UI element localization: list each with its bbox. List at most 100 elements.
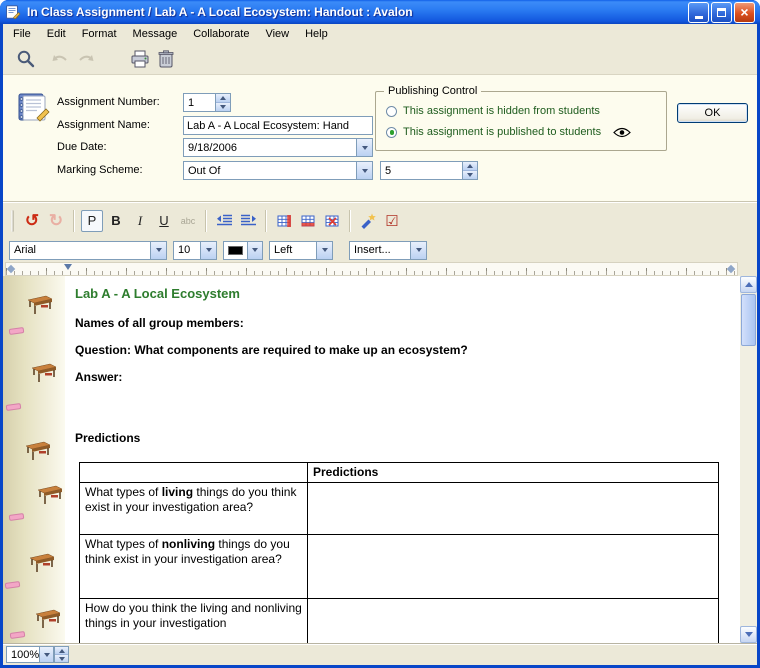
- down-arrow-icon: [745, 632, 753, 637]
- zoom-down-button[interactable]: [55, 655, 68, 662]
- font-size-dropdown-button[interactable]: [200, 242, 216, 259]
- zoom-spinner[interactable]: [54, 646, 69, 663]
- document-line-names: Names of all group members:: [75, 316, 244, 330]
- back-arrow-icon: [52, 52, 68, 66]
- question-text: What types of: [85, 485, 162, 499]
- scroll-down-button[interactable]: [740, 626, 757, 643]
- menu-format[interactable]: Format: [74, 25, 125, 43]
- close-button[interactable]: ×: [734, 2, 755, 23]
- prediction-answer-cell[interactable]: [308, 535, 719, 599]
- spell-check-icon: abc: [181, 216, 196, 226]
- document-line-question: Question: What components are required t…: [75, 343, 468, 357]
- assignment-number-up-button[interactable]: [216, 94, 230, 103]
- down-arrow-icon: [59, 657, 65, 661]
- insert-column-icon: [277, 214, 292, 228]
- marking-scheme-dropdown-button[interactable]: [356, 162, 372, 179]
- ruler-indent-marker[interactable]: [64, 264, 72, 270]
- document-line-answer: Answer:: [75, 370, 122, 384]
- italic-button[interactable]: I: [129, 210, 151, 232]
- publishing-hidden-option[interactable]: This assignment is hidden from students: [386, 105, 600, 117]
- font-color-swatch: [228, 246, 243, 255]
- marking-points-spinner[interactable]: 5: [380, 161, 478, 180]
- table-delete-button[interactable]: [321, 210, 343, 232]
- menu-message[interactable]: Message: [125, 25, 186, 43]
- assignment-number-spinner[interactable]: 1: [183, 93, 231, 112]
- assignment-name-input[interactable]: [183, 116, 373, 135]
- publishing-control-group: Publishing Control This assignment is hi…: [375, 91, 667, 151]
- marking-points-up-button[interactable]: [463, 162, 477, 171]
- undo-button[interactable]: ↺: [21, 210, 43, 232]
- marking-scheme-dropdown[interactable]: Out Of: [183, 161, 373, 180]
- preview-eye-icon[interactable]: [613, 127, 631, 138]
- eraser-clipart-icon: [5, 581, 21, 589]
- font-family-dropdown[interactable]: Arial: [9, 241, 167, 260]
- font-family-dropdown-button[interactable]: [150, 242, 166, 259]
- underline-button[interactable]: U: [153, 210, 175, 232]
- menu-edit[interactable]: Edit: [39, 25, 74, 43]
- eraser-clipart-icon: [10, 631, 26, 639]
- zoom-dropdown-button[interactable]: [39, 647, 53, 662]
- due-date-dropdown-button[interactable]: [356, 139, 372, 156]
- prediction-question-cell: How do you think the living and nonlivin…: [80, 599, 308, 644]
- prediction-question-cell: What types of living things do you think…: [80, 483, 308, 535]
- radio-unchecked-icon[interactable]: [386, 106, 397, 117]
- font-size-dropdown[interactable]: 10: [173, 241, 217, 260]
- toolbar-separator: [205, 210, 207, 232]
- paragraph-style-button[interactable]: P: [81, 210, 103, 232]
- alignment-dropdown-button[interactable]: [316, 242, 332, 259]
- prediction-answer-cell[interactable]: [308, 483, 719, 535]
- maximize-button[interactable]: [711, 2, 732, 23]
- table-insert-column-button[interactable]: [273, 210, 295, 232]
- table-header-predictions: Predictions: [308, 463, 719, 483]
- menu-file[interactable]: File: [5, 25, 39, 43]
- form-check-button[interactable]: ☑: [381, 210, 403, 232]
- ruler-right-marker[interactable]: [727, 265, 735, 273]
- scrollbar-thumb[interactable]: [741, 294, 756, 346]
- desk-clipart-icon: [35, 606, 61, 635]
- close-icon: ×: [740, 5, 748, 19]
- insert-value: Insert...: [350, 244, 410, 256]
- ok-button[interactable]: OK: [677, 103, 748, 123]
- font-family-value: Arial: [10, 244, 150, 256]
- up-arrow-icon: [745, 282, 753, 287]
- dropdown-arrow-icon: [206, 248, 212, 252]
- bold-button[interactable]: B: [105, 210, 127, 232]
- zoom-dropdown[interactable]: 100%: [6, 646, 54, 663]
- outdent-button[interactable]: [213, 210, 235, 232]
- table-insert-row-button[interactable]: [297, 210, 319, 232]
- window-menu-icon[interactable]: [5, 4, 23, 20]
- vertical-scrollbar[interactable]: [740, 276, 757, 643]
- radio-checked-icon[interactable]: [386, 127, 397, 138]
- assignment-form: Assignment Number: 1 Assignment Name: Du…: [3, 75, 757, 202]
- ruler-left-marker[interactable]: [7, 265, 15, 273]
- indent-button[interactable]: [237, 210, 259, 232]
- font-color-dropdown-button[interactable]: [247, 242, 262, 259]
- assignment-icon: [15, 91, 51, 128]
- document-editor[interactable]: Lab A - A Local Ecosystem Names of all g…: [65, 276, 740, 643]
- minimize-button[interactable]: [688, 2, 709, 23]
- edit-style-button[interactable]: [357, 210, 379, 232]
- publishing-published-option[interactable]: This assignment is published to students: [386, 126, 631, 138]
- marking-points-down-button[interactable]: [463, 171, 477, 179]
- assignment-number-down-button[interactable]: [216, 103, 230, 111]
- marking-scheme-label: Marking Scheme:: [57, 164, 143, 176]
- toolbar-grip[interactable]: [11, 210, 14, 232]
- menu-help[interactable]: Help: [297, 25, 336, 43]
- zoom-up-button[interactable]: [55, 647, 68, 655]
- scroll-up-button[interactable]: [740, 276, 757, 293]
- desk-clipart-icon: [37, 482, 63, 511]
- menu-view[interactable]: View: [257, 25, 297, 43]
- alignment-dropdown[interactable]: Left: [269, 241, 333, 260]
- print-button[interactable]: [127, 46, 153, 72]
- insert-dropdown[interactable]: Insert...: [349, 241, 427, 260]
- up-arrow-icon: [59, 649, 65, 653]
- insert-dropdown-button[interactable]: [410, 242, 426, 259]
- menu-collaborate[interactable]: Collaborate: [185, 25, 257, 43]
- editor-toolbar: ↺ ↻ P B I U abc: [3, 202, 757, 238]
- font-color-dropdown[interactable]: [223, 241, 263, 260]
- delete-button[interactable]: [153, 46, 179, 72]
- forward-arrow-icon: [78, 52, 94, 66]
- prediction-answer-cell[interactable]: [308, 599, 719, 644]
- due-date-dropdown[interactable]: 9/18/2006: [183, 138, 373, 157]
- zoom-button[interactable]: [13, 46, 39, 72]
